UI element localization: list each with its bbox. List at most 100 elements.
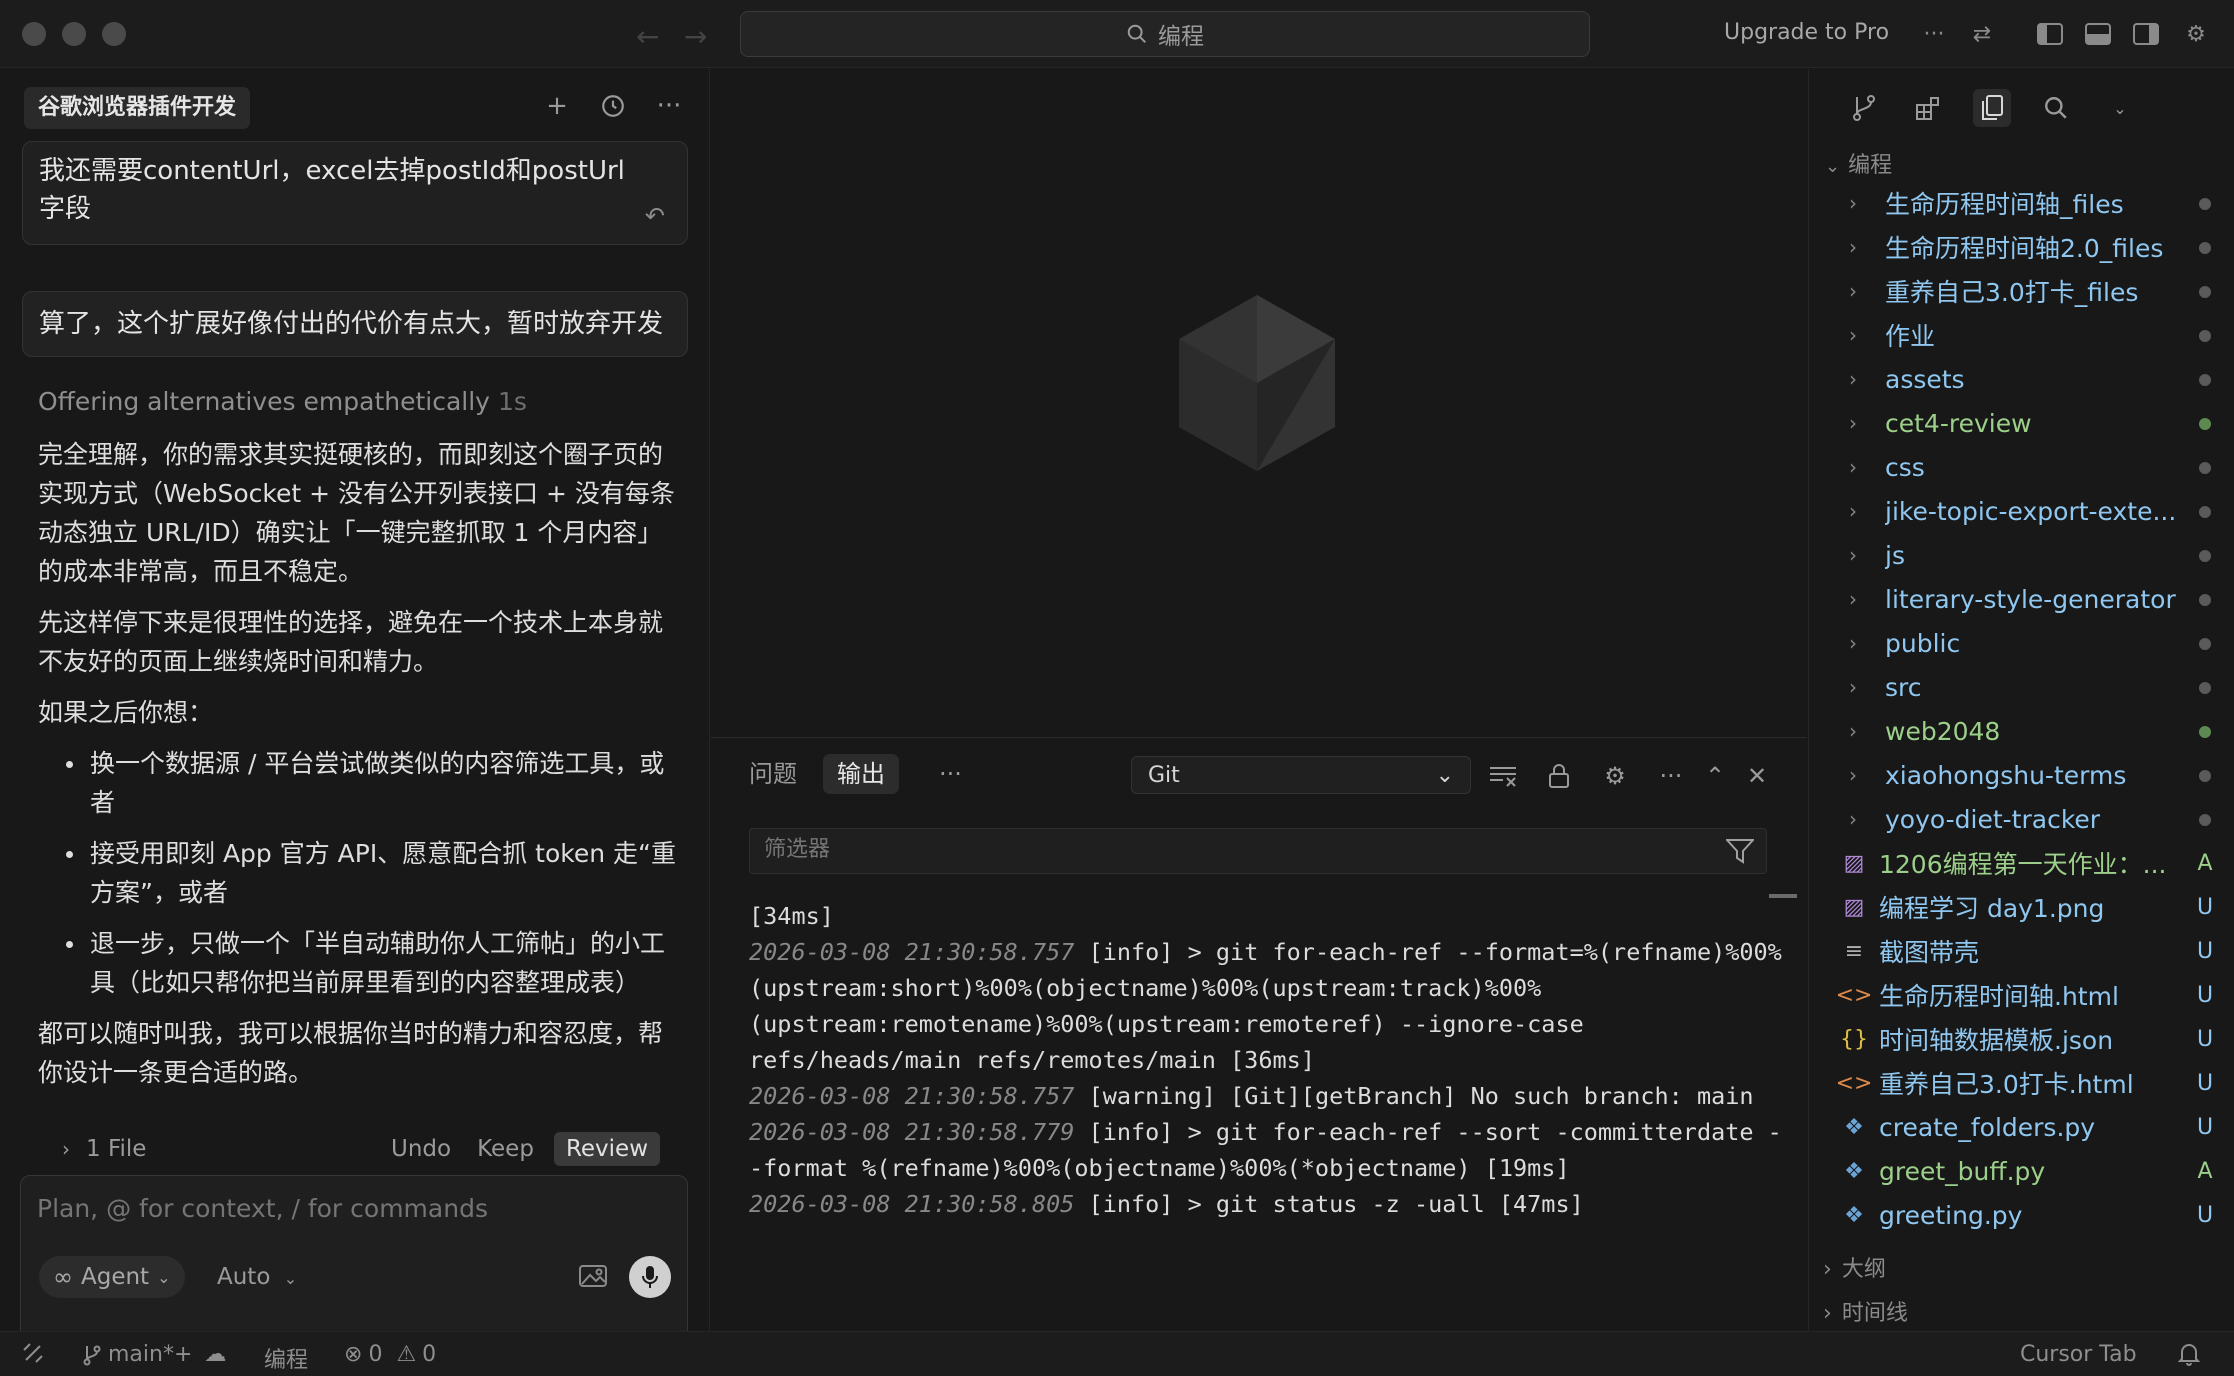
log-timestamp: 2026-03-08 21:30:58.757 xyxy=(749,1082,1075,1110)
tab-problems[interactable]: 问题 xyxy=(735,754,811,794)
chevron-right-icon[interactable]: › xyxy=(62,1137,70,1161)
tree-folder[interactable]: › literary-style-generator xyxy=(1809,577,2234,621)
tree-folder[interactable]: › yoyo-diet-tracker xyxy=(1809,797,2234,841)
chat-title-tab[interactable]: 谷歌浏览器插件开发 xyxy=(24,87,251,129)
title-bar: ← → 编程 Upgrade to Pro ··· ⇄ ⚙ xyxy=(0,0,2234,68)
chat-more-icon[interactable]: ··· xyxy=(654,91,684,121)
tree-item-label: greet_buff.py xyxy=(1879,1156,2046,1186)
microphone-button[interactable] xyxy=(629,1256,671,1298)
panel-more-icon[interactable]: ··· xyxy=(1655,760,1687,792)
git-status-badge xyxy=(2185,367,2225,392)
extensions-icon[interactable] xyxy=(1909,89,1947,127)
chevron-right-icon: › xyxy=(1849,807,1857,831)
filter-input[interactable] xyxy=(764,837,1664,862)
attach-image-icon[interactable] xyxy=(579,1264,607,1288)
maximize-window-button[interactable] xyxy=(102,22,126,46)
chevron-down-icon[interactable]: ⌄ xyxy=(2101,89,2139,127)
cursor-logo-icon xyxy=(1177,293,1337,473)
close-window-button[interactable] xyxy=(22,22,46,46)
settings-gear-icon[interactable]: ⚙ xyxy=(2180,18,2212,50)
tree-file[interactable]: {} 时间轴数据模板.json U xyxy=(1809,1017,2234,1061)
history-clock-icon[interactable] xyxy=(598,91,628,121)
forward-arrow-icon[interactable]: → xyxy=(684,20,707,53)
restore-checkpoint-icon[interactable]: ↶ xyxy=(645,202,665,230)
log-line: 2026-03-08 21:30:58.779 [info] > git for… xyxy=(749,1114,1789,1186)
tab-output[interactable]: 输出 xyxy=(823,754,899,794)
outline-section[interactable]: › 大纲 xyxy=(1823,1251,1886,1283)
toggle-left-sidebar-icon[interactable] xyxy=(2034,18,2066,50)
clear-output-icon[interactable] xyxy=(1487,760,1519,792)
tree-folder[interactable]: › 重养自己3.0打卡_files xyxy=(1809,269,2234,313)
minimize-window-button[interactable] xyxy=(62,22,86,46)
more-options-icon[interactable]: ··· xyxy=(1918,18,1950,50)
warning-count: 0 xyxy=(422,1342,437,1367)
tree-folder[interactable]: › public xyxy=(1809,621,2234,665)
explorer-root[interactable]: ⌄ 编程 xyxy=(1825,147,1892,179)
tree-file[interactable]: <> 重养自己3.0打卡.html U xyxy=(1809,1061,2234,1105)
tree-folder[interactable]: › assets xyxy=(1809,357,2234,401)
tree-folder[interactable]: › xiaohongshu-terms xyxy=(1809,753,2234,797)
tree-folder[interactable]: › 生命历程时间轴_files xyxy=(1809,181,2234,225)
explorer-files-icon[interactable] xyxy=(1973,89,2011,127)
user-message-bubble[interactable]: 算了，这个扩展好像付出的代价有点大，暂时放弃开发 xyxy=(22,291,688,357)
tree-file[interactable]: ❖ greet_buff.py A xyxy=(1809,1149,2234,1193)
tree-file[interactable]: ❖ greeting.py U xyxy=(1809,1193,2234,1237)
tree-folder[interactable]: › css xyxy=(1809,445,2234,489)
toggle-panel-icon[interactable] xyxy=(2082,18,2114,50)
keep-button[interactable]: Keep xyxy=(477,1136,534,1162)
tree-file[interactable]: ▨ 编程学习 day1.png U xyxy=(1809,885,2234,929)
close-panel-icon[interactable]: ✕ xyxy=(1741,760,1773,792)
tree-folder[interactable]: › cet4-review xyxy=(1809,401,2234,445)
branch-status[interactable]: main*+ ☁ xyxy=(82,1342,226,1367)
tree-file[interactable]: ≡ 截图带壳 U xyxy=(1809,929,2234,973)
new-chat-plus-icon[interactable]: + xyxy=(542,91,572,121)
tree-item-label: xiaohongshu-terms xyxy=(1885,760,2127,790)
tree-folder[interactable]: › js xyxy=(1809,533,2234,577)
source-control-icon[interactable] xyxy=(1845,89,1883,127)
changed-files-bar: › 1 File Undo Keep Review xyxy=(40,1127,660,1171)
back-arrow-icon[interactable]: ← xyxy=(636,20,659,53)
filter-funnel-icon[interactable] xyxy=(1726,838,1754,864)
modified-dot-icon xyxy=(2199,241,2211,254)
tree-folder[interactable]: › src xyxy=(1809,665,2234,709)
changed-files-label[interactable]: 1 File xyxy=(86,1136,365,1162)
chevron-right-icon: › xyxy=(1823,1257,1832,1282)
upgrade-to-pro-link[interactable]: Upgrade to Pro xyxy=(1724,20,1889,45)
search-icon[interactable] xyxy=(2037,89,2075,127)
chat-input[interactable] xyxy=(37,1194,657,1223)
swap-icon[interactable]: ⇄ xyxy=(1966,18,1998,50)
tree-file[interactable]: <> 生命历程时间轴.html U xyxy=(1809,973,2234,1017)
problems-status[interactable]: ⊗ 0 ⚠ 0 xyxy=(344,1342,436,1367)
user-message-bubble[interactable]: 我还需要contentUrl，excel去掉postId和postUrl字段 ↶ xyxy=(22,141,688,245)
notifications-bell-icon[interactable] xyxy=(2178,1342,2200,1366)
tree-folder[interactable]: › web2048 xyxy=(1809,709,2234,753)
timeline-section[interactable]: › 时间线 xyxy=(1823,1295,1908,1327)
toggle-right-sidebar-icon[interactable] xyxy=(2130,18,2162,50)
workspace-label[interactable]: 编程 xyxy=(264,1342,308,1374)
output-channel-select[interactable]: Git ⌄ xyxy=(1131,756,1471,794)
chevron-right-icon: › xyxy=(1849,675,1857,699)
tree-folder[interactable]: › jike-topic-export-exte... xyxy=(1809,489,2234,533)
undo-button[interactable]: Undo xyxy=(391,1136,451,1162)
chevron-right-icon: › xyxy=(1849,631,1857,655)
tree-folder[interactable]: › 作业 xyxy=(1809,313,2234,357)
timeline-label: 时间线 xyxy=(1841,1301,1908,1326)
output-settings-gear-icon[interactable]: ⚙ xyxy=(1599,760,1631,792)
chevron-right-icon: › xyxy=(1849,543,1857,567)
maximize-panel-chevron-up-icon[interactable]: ⌃ xyxy=(1699,760,1731,792)
command-search-bar[interactable]: 编程 xyxy=(740,11,1590,57)
thinking-status[interactable]: Offering alternatives empathetically 1s xyxy=(38,387,527,416)
cursor-tab-status[interactable]: Cursor Tab xyxy=(2020,1342,2137,1367)
review-button[interactable]: Review xyxy=(553,1132,660,1166)
chevron-right-icon: › xyxy=(1849,367,1857,391)
tree-file[interactable]: ▨ 1206编程第一天作业：... A xyxy=(1809,841,2234,885)
tree-file[interactable]: ❖ create_folders.py U xyxy=(1809,1105,2234,1149)
git-status-badge xyxy=(2185,807,2225,832)
tab-more[interactable]: ··· xyxy=(925,754,976,794)
remote-icon[interactable] xyxy=(22,1342,44,1364)
tree-folder[interactable]: › 生命历程时间轴2.0_files xyxy=(1809,225,2234,269)
model-dropdown[interactable]: Auto ⌄ xyxy=(217,1264,297,1290)
lock-scroll-icon[interactable] xyxy=(1543,760,1575,792)
agent-mode-dropdown[interactable]: ∞ Agent ⌄ xyxy=(39,1256,185,1298)
editor-area xyxy=(711,69,1807,737)
